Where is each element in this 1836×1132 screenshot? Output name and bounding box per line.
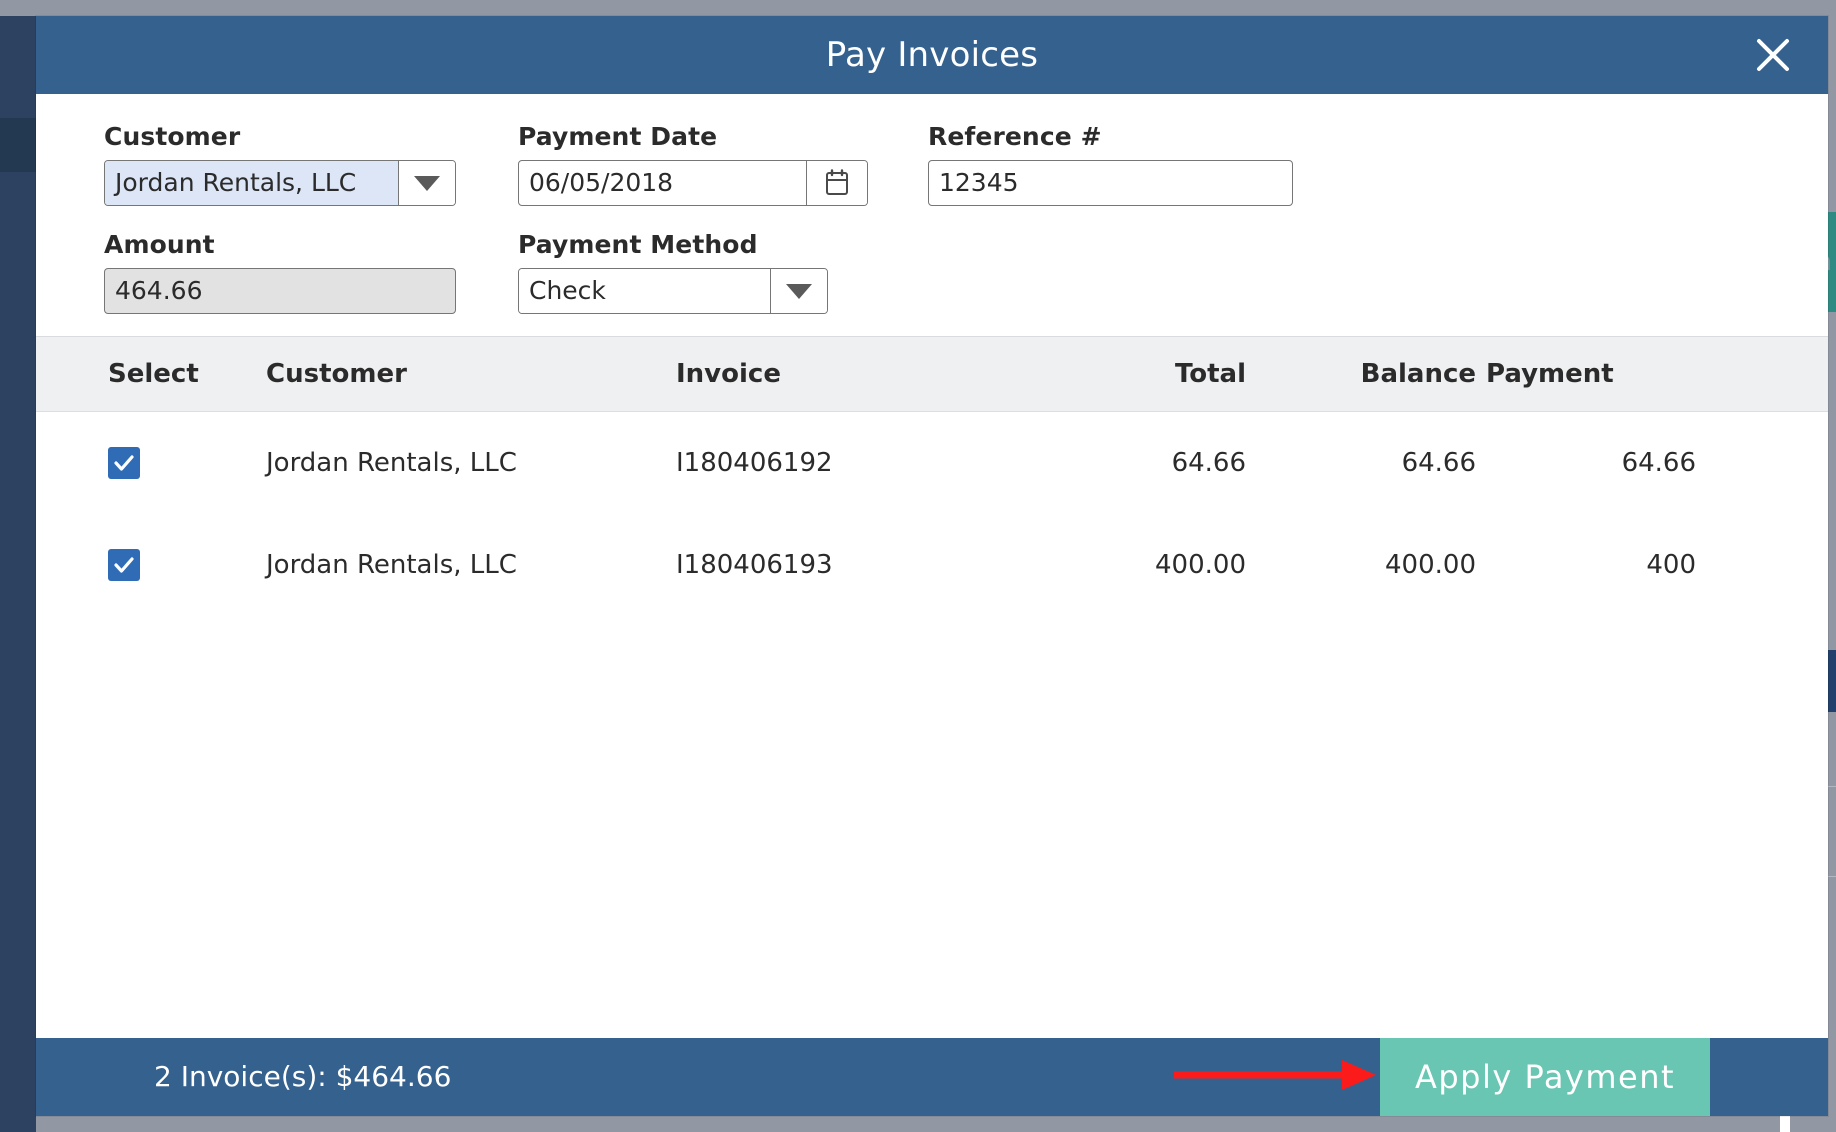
field-amount: Amount 464.66 (104, 230, 456, 314)
table-row: Jordan Rentals, LLC I180406192 64.66 64.… (36, 412, 1828, 514)
row-total: 400.00 (976, 550, 1246, 580)
column-header-payment: Payment (1476, 359, 1696, 389)
apply-payment-button[interactable]: Apply Payment (1380, 1038, 1710, 1116)
row-invoice: I180406193 (676, 550, 976, 580)
column-header-invoice: Invoice (676, 359, 976, 389)
amount-label: Amount (104, 230, 456, 259)
field-reference: Reference # 12345 (928, 122, 1293, 206)
row-payment[interactable]: 400 (1476, 550, 1696, 580)
row-select-cell (36, 549, 221, 581)
payment-method-select[interactable]: Check (518, 268, 828, 314)
chevron-down-icon[interactable] (770, 269, 827, 313)
table-body: Jordan Rentals, LLC I180406192 64.66 64.… (36, 412, 1828, 1038)
background-top-band (0, 0, 1836, 16)
amount-input[interactable]: 464.66 (104, 268, 456, 314)
calendar-icon[interactable] (806, 161, 867, 205)
row-invoice: I180406192 (676, 448, 976, 478)
customer-label: Customer (104, 122, 456, 151)
row-total: 64.66 (976, 448, 1246, 478)
column-header-customer: Customer (221, 359, 676, 389)
payment-method-label: Payment Method (518, 230, 828, 259)
row-customer: Jordan Rentals, LLC (221, 448, 676, 478)
row-checkbox[interactable] (108, 447, 140, 479)
invoice-table: Select Customer Invoice Total Balance Pa… (36, 336, 1828, 1038)
row-payment[interactable]: 64.66 (1476, 448, 1696, 478)
form-row-2: Amount 464.66 Payment Method Check (36, 230, 1828, 314)
form-row-1: Customer Jordan Rentals, LLC Payment Dat… (36, 122, 1828, 206)
table-row: Jordan Rentals, LLC I180406193 400.00 40… (36, 514, 1828, 616)
reference-label: Reference # (928, 122, 1293, 151)
field-payment-date: Payment Date 06/05/2018 (518, 122, 868, 206)
page-title: Pay Invoices (36, 16, 1828, 94)
field-payment-method: Payment Method Check (518, 230, 828, 314)
row-balance: 400.00 (1246, 550, 1476, 580)
row-checkbox[interactable] (108, 549, 140, 581)
modal-header: Pay Invoices (36, 16, 1828, 94)
pay-invoices-modal: Pay Invoices Customer Jordan Rentals, LL… (36, 16, 1828, 1116)
payment-form: Customer Jordan Rentals, LLC Payment Dat… (36, 94, 1828, 336)
invoice-summary: 2 Invoice(s): $464.66 (36, 1038, 1380, 1116)
reference-input[interactable]: 12345 (928, 160, 1293, 206)
field-customer: Customer Jordan Rentals, LLC (104, 122, 456, 206)
payment-method-value: Check (519, 269, 770, 313)
table-header-row: Select Customer Invoice Total Balance Pa… (36, 337, 1828, 412)
payment-date-input[interactable]: 06/05/2018 (518, 160, 868, 206)
payment-date-label: Payment Date (518, 122, 868, 151)
column-header-total: Total (976, 359, 1246, 389)
row-select-cell (36, 447, 221, 479)
chevron-down-icon[interactable] (398, 161, 455, 205)
row-balance: 64.66 (1246, 448, 1476, 478)
background-rail-active-item (0, 118, 36, 172)
column-header-balance: Balance (1246, 359, 1476, 389)
row-customer: Jordan Rentals, LLC (221, 550, 676, 580)
customer-value: Jordan Rentals, LLC (105, 161, 398, 205)
column-header-select: Select (36, 359, 221, 389)
close-icon[interactable] (1742, 16, 1804, 94)
customer-select[interactable]: Jordan Rentals, LLC (104, 160, 456, 206)
modal-footer: 2 Invoice(s): $464.66 Apply Payment (36, 1038, 1828, 1116)
payment-date-value: 06/05/2018 (519, 161, 806, 205)
